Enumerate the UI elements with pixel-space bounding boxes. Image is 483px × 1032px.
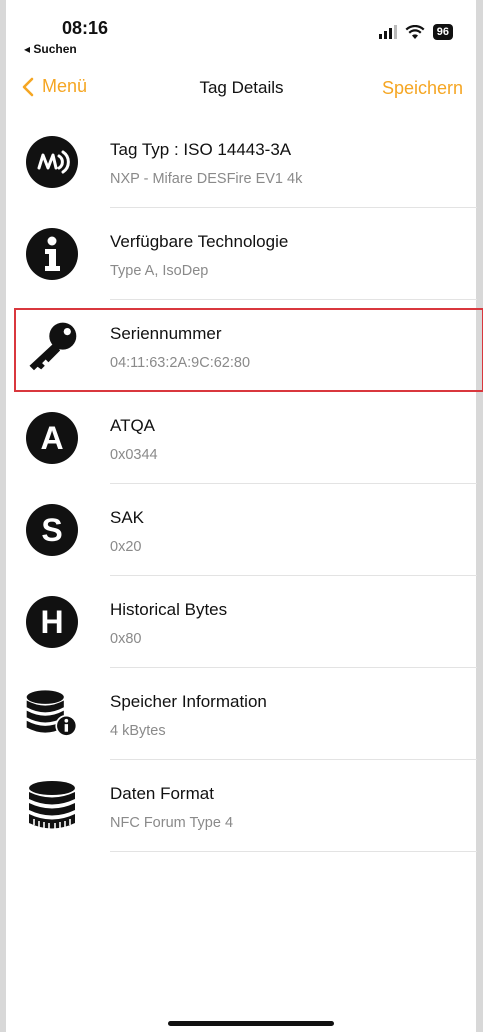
row-divider: [110, 851, 477, 852]
row-subtitle: NXP - Mifare DESFire EV1 4k: [110, 171, 303, 187]
list-item-historical-bytes[interactable]: H Historical Bytes 0x80: [0, 576, 483, 668]
row-title: Verfügbare Technologie: [110, 232, 289, 251]
list-item-sak[interactable]: S SAK 0x20: [0, 484, 483, 576]
home-indicator[interactable]: [168, 1021, 334, 1026]
back-button-label: Menü: [42, 76, 88, 96]
list-item-serial-number[interactable]: Seriennummer 04:11:63:2A:9C:62:80: [0, 300, 483, 392]
key-icon: [25, 319, 79, 373]
row-subtitle: 4 kBytes: [110, 723, 166, 739]
cellular-signal-icon: [378, 25, 397, 39]
coin-stack-icon: [25, 779, 79, 833]
icon-letter: H: [26, 596, 78, 648]
list-item-data-format[interactable]: Daten Format NFC Forum Type 4: [0, 760, 483, 852]
status-back-link[interactable]: ◂ Suchen: [24, 42, 77, 56]
list-item-tag-type[interactable]: Tag Typ : ISO 14443-3A NXP - Mifare DESF…: [0, 116, 483, 208]
wifi-icon: [405, 24, 425, 39]
row-title: SAK: [110, 508, 145, 527]
letter-a-icon: A: [25, 411, 79, 465]
database-info-icon: [25, 687, 79, 741]
info-icon: [25, 227, 79, 281]
tag-details-list: Tag Typ : ISO 14443-3A NXP - Mifare DESF…: [0, 116, 483, 852]
row-title: Speicher Information: [110, 692, 267, 711]
row-subtitle: 04:11:63:2A:9C:62:80: [110, 355, 251, 371]
row-subtitle: 0x20: [110, 539, 142, 555]
row-subtitle: NFC Forum Type 4: [110, 815, 234, 831]
row-title: Daten Format: [110, 784, 214, 803]
row-title: Seriennummer: [110, 324, 222, 343]
nfc-icon: [25, 135, 79, 189]
row-subtitle: 0x80: [110, 631, 142, 647]
row-title: ATQA: [110, 416, 156, 435]
icon-letter: S: [26, 504, 78, 556]
save-button[interactable]: Speichern: [382, 78, 463, 99]
back-button[interactable]: Menü: [22, 76, 87, 97]
battery-icon: 96: [432, 24, 453, 40]
letter-h-icon: H: [25, 595, 79, 649]
chevron-left-icon: [22, 77, 34, 96]
list-item-memory-info[interactable]: Speicher Information 4 kBytes: [0, 668, 483, 760]
row-subtitle: Type A, IsoDep: [110, 263, 209, 279]
letter-s-icon: S: [25, 503, 79, 557]
row-title: Historical Bytes: [110, 600, 228, 619]
row-title: Tag Typ : ISO 14443-3A: [110, 140, 292, 159]
status-time: 08:16: [62, 18, 109, 38]
status-icons: 96: [378, 24, 453, 40]
row-subtitle: 0x0344: [110, 447, 158, 463]
icon-letter: A: [26, 412, 78, 464]
list-item-atqa[interactable]: A ATQA 0x0344: [0, 392, 483, 484]
list-item-technology[interactable]: Verfügbare Technologie Type A, IsoDep: [0, 208, 483, 300]
